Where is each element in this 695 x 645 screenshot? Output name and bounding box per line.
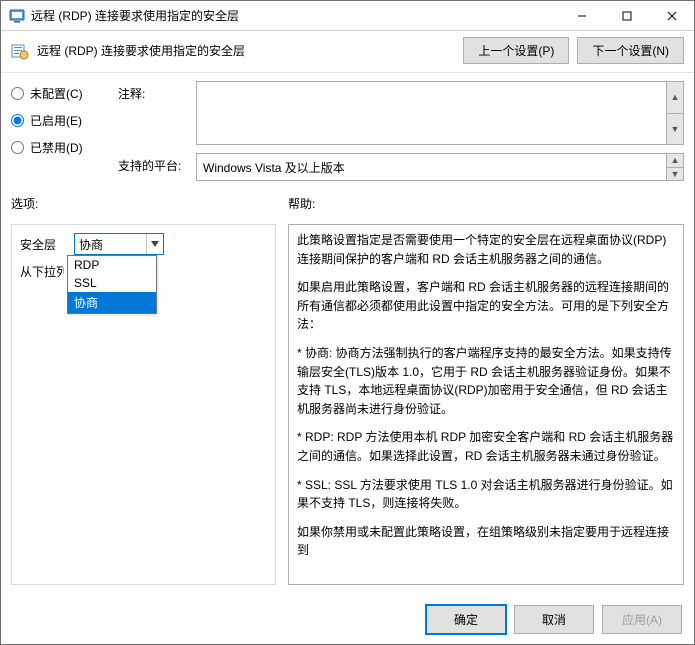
help-p2: 如果启用此策略设置，客户端和 RD 会话主机服务器的远程连接期间的所有通信都必须… xyxy=(297,278,675,334)
platform-label: 支持的平台: xyxy=(118,153,188,174)
close-button[interactable] xyxy=(649,1,694,30)
titlebar: 远程 (RDP) 连接要求使用指定的安全层 xyxy=(1,1,694,31)
up-arrow-icon[interactable]: ▲ xyxy=(667,82,683,114)
security-layer-dropdown[interactable]: RDP SSL 协商 xyxy=(67,255,157,314)
minimize-button[interactable] xyxy=(559,1,604,30)
radio-disabled[interactable]: 已禁用(D) xyxy=(11,139,106,156)
help-p1: 此策略设置指定是否需要使用一个特定的安全层在远程桌面协议(RDP)连接期间保护的… xyxy=(297,231,675,268)
combobox-value: 协商 xyxy=(79,236,103,253)
options-section-label: 选项: xyxy=(11,195,276,212)
comment-textarea[interactable]: ▲ ▼ xyxy=(196,81,684,145)
security-layer-row: 安全层 协商 xyxy=(20,233,267,255)
comment-row: 注释: ▲ ▼ xyxy=(118,81,684,145)
policy-icon xyxy=(11,42,29,60)
comment-label: 注释: xyxy=(118,81,188,102)
help-section-label: 帮助: xyxy=(288,195,315,212)
below-clipped-label: 从下拉列 xyxy=(20,263,64,280)
radio-enabled-label: 已启用(E) xyxy=(30,112,82,129)
radio-enabled-input[interactable] xyxy=(11,114,24,127)
fields: 注释: ▲ ▼ 支持的平台: Windows Vista 及以上版本 ▲ ▼ xyxy=(118,81,684,181)
apply-button[interactable]: 应用(A) xyxy=(602,605,682,634)
down-arrow-icon[interactable]: ▼ xyxy=(667,168,683,181)
help-textbox[interactable]: 此策略设置指定是否需要使用一个特定的安全层在远程桌面协议(RDP)连接期间保护的… xyxy=(288,224,684,585)
help-panel-wrap: 此策略设置指定是否需要使用一个特定的安全层在远程桌面协议(RDP)连接期间保护的… xyxy=(288,224,684,585)
help-p4: * RDP: RDP 方法使用本机 RDP 加密安全客户端和 RD 会话主机服务… xyxy=(297,428,675,465)
bottom-button-bar: 确定 取消 应用(A) xyxy=(1,595,694,644)
comment-spinner[interactable]: ▲ ▼ xyxy=(666,82,683,144)
radio-disabled-label: 已禁用(D) xyxy=(30,139,83,156)
dropdown-item-negotiate[interactable]: 协商 xyxy=(68,292,156,313)
platform-spinner[interactable]: ▲ ▼ xyxy=(666,154,683,180)
security-layer-label: 安全层 xyxy=(20,236,68,253)
dropdown-item-rdp[interactable]: RDP xyxy=(68,256,156,274)
lower-area: 安全层 协商 从下拉列 RDP SSL 协商 此策略设置指定是否需要使用一个特定… xyxy=(1,218,694,595)
radio-not-configured[interactable]: 未配置(C) xyxy=(11,85,106,102)
section-labels: 选项: 帮助: xyxy=(1,181,694,218)
options-panel: 安全层 协商 从下拉列 RDP SSL 协商 xyxy=(11,224,276,585)
window-title: 远程 (RDP) 连接要求使用指定的安全层 xyxy=(31,7,559,24)
down-arrow-icon[interactable]: ▼ xyxy=(667,114,683,145)
state-radiogroup: 未配置(C) 已启用(E) 已禁用(D) xyxy=(11,81,106,181)
platform-row: 支持的平台: Windows Vista 及以上版本 ▲ ▼ xyxy=(118,153,684,181)
help-p6: 如果你禁用或未配置此策略设置，在组策略级别未指定要用于远程连接到 xyxy=(297,523,675,560)
cancel-button[interactable]: 取消 xyxy=(514,605,594,634)
next-setting-button[interactable]: 下一个设置(N) xyxy=(577,37,684,64)
radio-not-configured-label: 未配置(C) xyxy=(30,85,83,102)
platform-textbox: Windows Vista 及以上版本 ▲ ▼ xyxy=(196,153,684,181)
security-layer-combobox[interactable]: 协商 xyxy=(74,233,164,255)
help-p5: * SSL: SSL 方法要求使用 TLS 1.0 对会话主机服务器进行身份验证… xyxy=(297,476,675,513)
header-title: 远程 (RDP) 连接要求使用指定的安全层 xyxy=(37,42,455,59)
ok-button[interactable]: 确定 xyxy=(426,605,506,634)
radio-disabled-input[interactable] xyxy=(11,141,24,154)
dropdown-item-ssl[interactable]: SSL xyxy=(68,274,156,292)
platform-value: Windows Vista 及以上版本 xyxy=(203,159,345,176)
window-controls xyxy=(559,1,694,30)
maximize-button[interactable] xyxy=(604,1,649,30)
up-arrow-icon[interactable]: ▲ xyxy=(667,154,683,168)
previous-setting-button[interactable]: 上一个设置(P) xyxy=(463,37,569,64)
header-strip: 远程 (RDP) 连接要求使用指定的安全层 上一个设置(P) 下一个设置(N) xyxy=(1,31,694,73)
help-p3: * 协商: 协商方法强制执行的客户端程序支持的最安全方法。如果支持传输层安全(T… xyxy=(297,344,675,418)
chevron-down-icon[interactable] xyxy=(146,234,163,254)
app-icon xyxy=(9,8,25,24)
config-area: 未配置(C) 已启用(E) 已禁用(D) 注释: ▲ ▼ xyxy=(1,73,694,181)
radio-enabled[interactable]: 已启用(E) xyxy=(11,112,106,129)
radio-not-configured-input[interactable] xyxy=(11,87,24,100)
dialog-window: 远程 (RDP) 连接要求使用指定的安全层 远程 (RDP) 连接要求使用指 xyxy=(0,0,695,645)
